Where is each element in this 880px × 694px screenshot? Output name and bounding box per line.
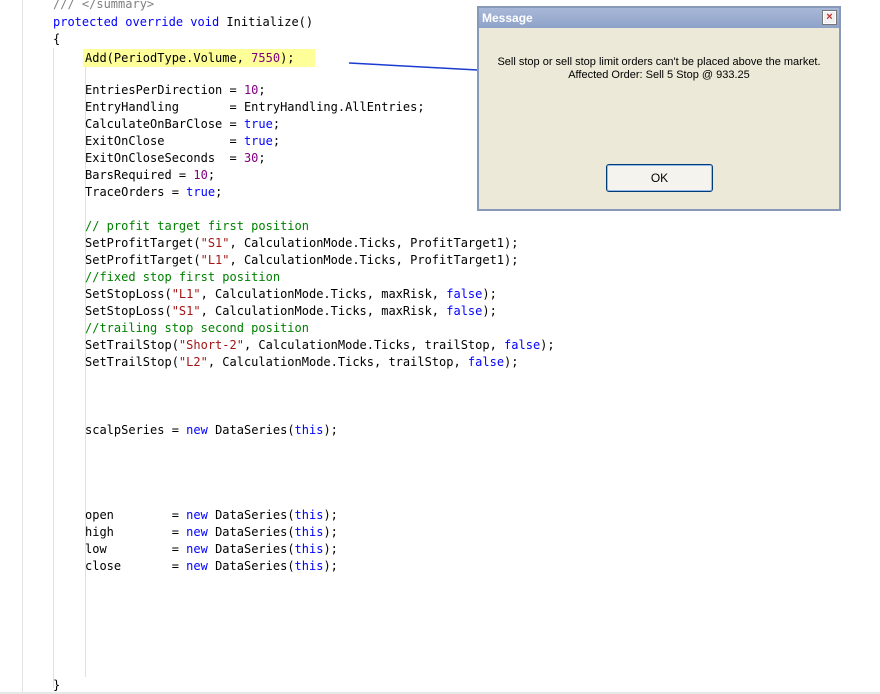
close-button[interactable]: × bbox=[822, 10, 837, 25]
dialog-title-bar[interactable]: Message × bbox=[479, 8, 839, 28]
arrow-line bbox=[348, 62, 497, 72]
dialog-title: Message bbox=[482, 11, 533, 25]
close-icon: × bbox=[826, 11, 833, 23]
message-line-2: Affected Order: Sell 5 Stop @ 933.25 bbox=[568, 69, 750, 81]
ok-button[interactable]: OK bbox=[606, 164, 713, 192]
dialog-message: Sell stop or sell stop limit orders can'… bbox=[479, 56, 839, 82]
message-line-1: Sell stop or sell stop limit orders can'… bbox=[497, 56, 821, 68]
message-dialog: Message × Sell stop or sell stop limit o… bbox=[477, 6, 841, 211]
